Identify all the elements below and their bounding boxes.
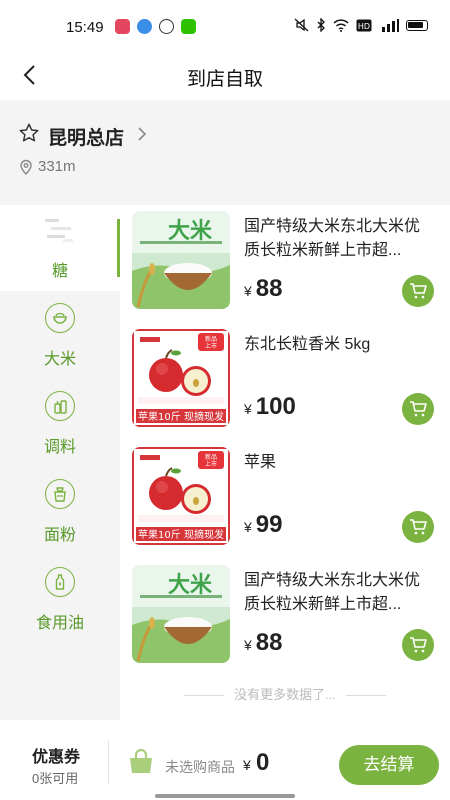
rice-product-image[interactable] — [132, 211, 230, 309]
add-to-cart-button[interactable] — [402, 393, 434, 425]
cart-icon — [410, 637, 427, 653]
category-seasoning[interactable]: 调料 — [0, 381, 120, 467]
add-to-cart-button[interactable] — [402, 629, 434, 661]
status-time: 15:49 — [66, 19, 104, 36]
header: 到店自取 — [0, 52, 450, 100]
price-currency: ¥ — [244, 401, 252, 417]
app-icon-blue — [137, 19, 152, 34]
category-label: 食用油 — [35, 615, 84, 632]
bluetooth-icon — [317, 18, 325, 32]
list-end-text: 没有更多数据了... — [234, 687, 336, 702]
product-name[interactable]: 国产特级大米东北大米优质长粒米新鲜上市超... — [244, 215, 434, 263]
hd-icon: HD — [356, 19, 372, 31]
store-card[interactable]: 昆明总店 331m — [0, 100, 450, 198]
status-app-icons — [115, 19, 196, 34]
cart-status-text: 未选购商品 — [165, 759, 235, 775]
category-label: 调料 — [43, 439, 76, 456]
product-name[interactable]: 东北长粒香米 5kg — [244, 333, 434, 357]
product-name[interactable]: 国产特级大米东北大米优质长粒米新鲜上市超... — [244, 569, 434, 617]
cart-total: 0 — [256, 749, 270, 776]
list-end-notice: 没有更多数据了... — [120, 684, 450, 703]
flour-icon — [45, 479, 75, 509]
apple-product-image[interactable] — [132, 329, 230, 427]
price-currency: ¥ — [244, 283, 252, 299]
coupon-title[interactable]: 优惠券 — [32, 743, 80, 767]
seasoning-icon — [45, 391, 75, 421]
product-card[interactable]: 国产特级大米东北大米优质长粒米新鲜上市超... ¥88 — [120, 205, 450, 323]
price-currency: ¥ — [244, 637, 252, 653]
home-indicator[interactable] — [155, 794, 295, 798]
apple-product-image[interactable] — [132, 447, 230, 545]
category-label: 面粉 — [43, 527, 76, 544]
wechat-icon — [181, 19, 196, 34]
product-card[interactable]: 国产特级大米东北大米优质长粒米新鲜上市超... ¥88 — [120, 559, 450, 677]
product-price: ¥99 — [244, 511, 283, 539]
category-rice[interactable]: 大米 — [0, 293, 120, 379]
status-indicators: HD — [294, 18, 428, 32]
oil-bottle-icon — [45, 567, 75, 597]
cart-icon — [410, 519, 427, 535]
product-price: ¥88 — [244, 275, 283, 303]
rice-product-image[interactable] — [132, 565, 230, 663]
store-distance: 331m — [38, 158, 76, 175]
chat-icon — [159, 19, 174, 34]
total-currency: ¥ — [243, 757, 251, 773]
product-card[interactable]: 苹果 ¥99 — [120, 441, 450, 559]
rice-bowl-icon — [45, 303, 75, 333]
shopping-bag-icon[interactable] — [127, 748, 155, 776]
product-price: ¥88 — [244, 629, 283, 657]
product-name[interactable]: 苹果 — [244, 451, 434, 475]
bottom-bar: 优惠券 0张可用 未选购商品 ¥ 0 去结算 — [0, 720, 450, 800]
category-flour[interactable]: 面粉 — [0, 469, 120, 555]
product-list: 国产特级大米东北大米优质长粒米新鲜上市超... ¥88 东北长粒香米 5kg ¥… — [120, 205, 450, 720]
add-to-cart-button[interactable] — [402, 511, 434, 543]
divider — [184, 695, 225, 697]
category-sugar[interactable]: 糖 — [0, 205, 120, 291]
location-pin-icon — [20, 159, 32, 175]
star-icon[interactable] — [18, 122, 40, 144]
category-sidebar: 糖 大米 调料 面粉 食用油 — [0, 205, 120, 720]
cart-icon — [410, 401, 427, 417]
category-oil[interactable]: 食用油 — [0, 557, 120, 643]
svg-text:HD: HD — [358, 22, 370, 31]
price-value: 99 — [255, 511, 283, 538]
price-value: 100 — [255, 393, 296, 420]
mute-icon — [294, 18, 309, 32]
signal-icon — [382, 18, 399, 32]
divider — [108, 740, 109, 784]
category-label: 糖 — [51, 263, 68, 280]
store-name[interactable]: 昆明总店 — [48, 123, 124, 150]
page-title: 到店自取 — [186, 69, 263, 90]
product-price: ¥100 — [244, 393, 296, 421]
price-value: 88 — [255, 275, 283, 302]
chevron-right-icon[interactable] — [136, 126, 148, 142]
add-to-cart-button[interactable] — [402, 275, 434, 307]
battery-icon — [406, 19, 428, 31]
product-card[interactable]: 东北长粒香米 5kg ¥100 — [120, 323, 450, 441]
coupon-count[interactable]: 0张可用 — [32, 768, 78, 787]
app-icon-red — [115, 19, 130, 34]
cart-icon — [410, 283, 427, 299]
divider — [345, 695, 386, 697]
sugar-thumb — [45, 219, 73, 242]
category-label: 大米 — [43, 351, 76, 368]
price-value: 88 — [255, 629, 283, 656]
status-bar: 15:49 HD — [0, 0, 450, 52]
price-currency: ¥ — [244, 519, 252, 535]
checkout-button[interactable]: 去结算 — [339, 745, 439, 785]
wifi-icon — [333, 18, 349, 32]
